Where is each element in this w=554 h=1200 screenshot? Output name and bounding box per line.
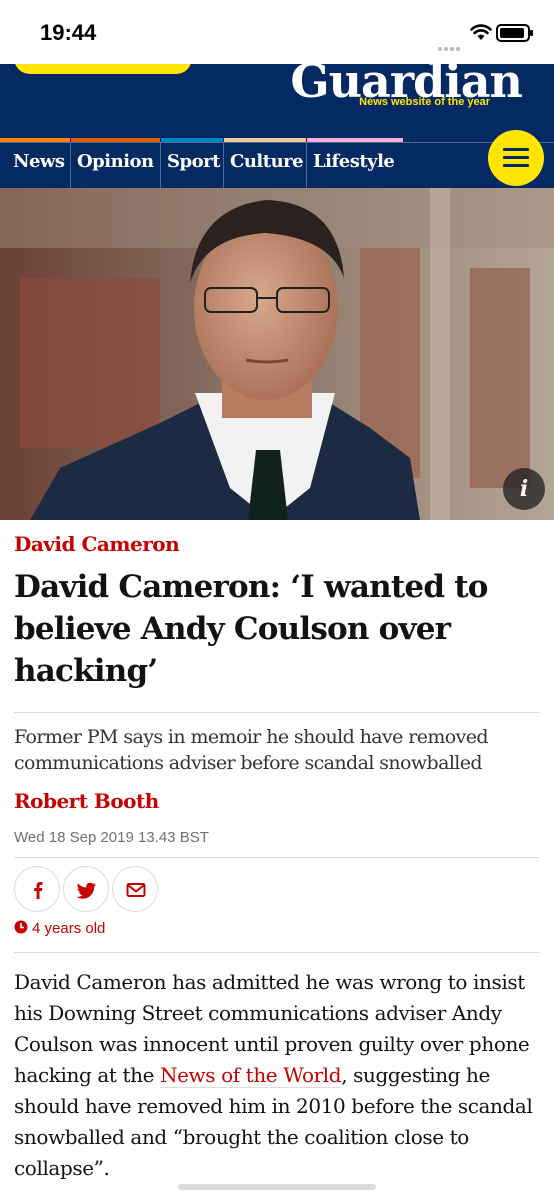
support-button[interactable] (14, 64, 192, 74)
hamburger-menu-icon (503, 148, 529, 151)
body-divider (14, 952, 540, 953)
nav-item-opinion[interactable]: Opinion (71, 143, 161, 188)
article-standfirst: Former PM says in memoir he should have … (14, 726, 489, 774)
nav-item-culture[interactable]: Culture (224, 143, 307, 188)
nav-item-lifestyle[interactable]: Lifestyle (307, 143, 403, 188)
pillar-nav: News Opinion Sport Culture Lifestyle (0, 143, 554, 188)
meta-divider (14, 857, 540, 858)
image-info-button[interactable]: i (503, 468, 545, 510)
article-age: 4 years old (14, 920, 105, 937)
nav-item-news[interactable]: News (7, 143, 71, 188)
publish-date: Wed 18 Sep 2019 13.43 BST (14, 829, 209, 846)
home-indicator[interactable] (178, 1184, 376, 1190)
article-kicker[interactable]: David Cameron (14, 532, 180, 556)
menu-button[interactable] (488, 130, 544, 186)
article-headline: David Cameron: ‘I wanted to believe Andy… (14, 569, 488, 689)
signal-icon (438, 36, 464, 51)
email-icon (126, 883, 146, 897)
author-byline[interactable]: Robert Booth (14, 789, 159, 813)
news-of-the-world-link[interactable]: News of the World (160, 1063, 342, 1088)
share-facebook-button[interactable] (14, 866, 60, 912)
status-time: 19:44 (40, 20, 97, 45)
standfirst-divider (14, 712, 540, 713)
hero-image[interactable] (0, 188, 554, 520)
facebook-icon (34, 882, 43, 899)
share-twitter-button[interactable] (63, 866, 109, 912)
battery-icon (496, 24, 533, 42)
logo-tagline: News website of the year (359, 96, 490, 108)
article-body: David Cameron has admitted he was wrong … (14, 967, 544, 1184)
site-header: Guardian News website of the year News O… (0, 64, 554, 188)
status-bar: 19:44 (0, 0, 554, 64)
twitter-icon (76, 882, 96, 899)
article-age-label: 4 years old (32, 920, 106, 937)
clock-icon (14, 920, 28, 934)
nav-item-sport[interactable]: Sport (161, 143, 224, 188)
share-email-button[interactable] (112, 866, 158, 912)
hero-photo (0, 188, 554, 520)
wifi-icon (470, 24, 492, 40)
